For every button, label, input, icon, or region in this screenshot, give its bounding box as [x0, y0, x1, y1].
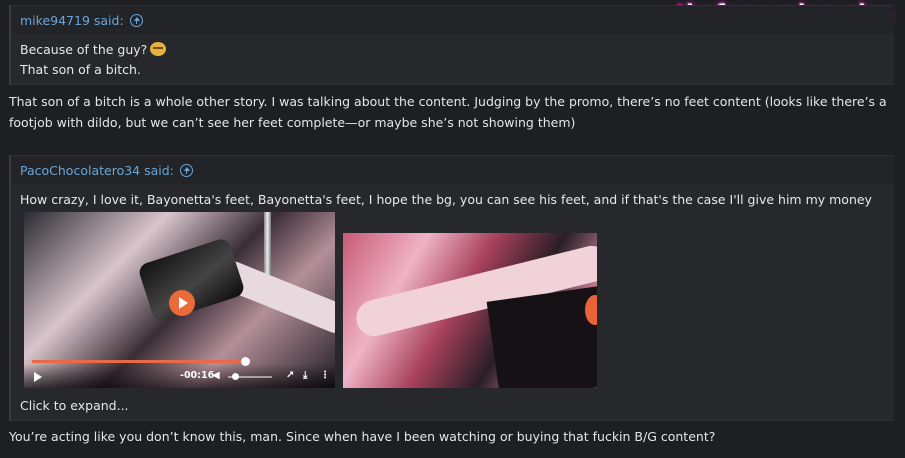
- video-player[interactable]: -00:16 ◀ ↗ ⤓ ⋮: [24, 212, 335, 388]
- open-external-icon[interactable]: ↗: [286, 370, 294, 381]
- jump-to-post-icon[interactable]: [179, 163, 193, 177]
- quote-body: How crazy, I love it, Bayonetta's feet, …: [20, 192, 872, 207]
- quote-author-link[interactable]: mike94719 said:: [20, 13, 124, 28]
- click-to-expand-link[interactable]: Click to expand...: [20, 398, 129, 413]
- video-progress-fill: [32, 360, 245, 363]
- quote-header[interactable]: PacoChocolatero34 said:: [11, 156, 894, 184]
- video-progress-bar[interactable]: [32, 357, 250, 366]
- quote-block-paco: PacoChocolatero34 said: How crazy, I lov…: [9, 155, 894, 421]
- quote-header[interactable]: mike94719 said:: [11, 6, 894, 34]
- more-options-icon[interactable]: ⋮: [320, 370, 330, 381]
- play-icon[interactable]: [34, 372, 42, 382]
- quote-body: Because of the guy? That son of a bitch.: [11, 34, 894, 80]
- quote-line-1: Because of the guy?: [20, 42, 148, 57]
- video-controls: -00:16 ◀ ↗ ⤓ ⋮: [24, 364, 335, 388]
- quote-author-link[interactable]: PacoChocolatero34 said:: [20, 163, 174, 178]
- emoji-icon: [150, 42, 167, 56]
- volume-icon[interactable]: ◀: [212, 370, 220, 381]
- quote-block-mike: mike94719 said: Because of the guy? That…: [9, 5, 894, 85]
- post-text-1: That son of a bitch is a whole other sto…: [9, 94, 887, 130]
- post-text-2: You’re acting like you don’t know this, …: [9, 429, 716, 444]
- download-icon[interactable]: ⤓: [303, 370, 307, 381]
- image-scene-dress: [486, 285, 597, 388]
- attached-image[interactable]: [343, 233, 597, 388]
- quote-line-2: That son of a bitch.: [20, 62, 141, 77]
- jump-to-post-icon[interactable]: [129, 13, 143, 27]
- play-button[interactable]: [169, 290, 195, 316]
- volume-handle[interactable]: [232, 373, 240, 380]
- video-time-remaining: -00:16: [180, 370, 215, 381]
